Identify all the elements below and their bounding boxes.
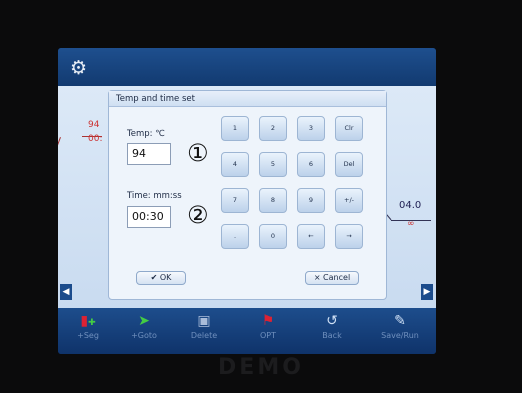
key-1[interactable]: 1 (221, 116, 249, 141)
key-9[interactable]: 9 (297, 188, 325, 213)
left-segment-temp: 94 (88, 120, 100, 130)
bottom-toolbar: ▮✚ +Seg ➤ +Goto ▣ Delete ⚑ OPT ↺ Back ✎ … (58, 308, 436, 354)
back-label: Back (322, 331, 342, 340)
key-6[interactable]: 6 (297, 152, 325, 177)
options-button[interactable]: ⚑ OPT (242, 312, 294, 352)
callout-2: ② (187, 201, 209, 229)
goto-button[interactable]: ➤ +Goto (118, 312, 170, 352)
key-delete[interactable]: Del (335, 152, 363, 177)
goto-label: +Goto (131, 331, 157, 340)
delete-button[interactable]: ▣ Delete (178, 312, 230, 352)
key-5[interactable]: 5 (259, 152, 287, 177)
add-segment-icon: ▮✚ (80, 313, 96, 329)
temp-input[interactable]: 94 (127, 143, 171, 165)
key-4[interactable]: 4 (221, 152, 249, 177)
device-brand: DEMO (218, 355, 304, 380)
options-icon: ⚑ (261, 313, 275, 329)
ok-button[interactable]: ✔ OK (136, 271, 186, 285)
key-0[interactable]: 0 (259, 224, 287, 249)
back-icon: ↺ (326, 313, 338, 329)
save-run-button[interactable]: ✎ Save/Run (370, 312, 430, 352)
trash-icon: ▣ (197, 313, 211, 329)
cancel-button[interactable]: × Cancel (305, 271, 359, 285)
key-clear[interactable]: Clr (335, 116, 363, 141)
time-label: Time: mm:ss (127, 191, 182, 201)
save-run-icon: ✎ (394, 313, 406, 329)
goto-icon: ➤ (138, 313, 150, 329)
back-button[interactable]: ↺ Back (306, 312, 358, 352)
right-segment-temp[interactable]: 04.0 (399, 200, 421, 211)
dialog-title: Temp and time set (109, 91, 386, 107)
callout-1: ① (187, 139, 209, 167)
options-label: OPT (259, 331, 276, 340)
gear-icon[interactable]: ⚙ (70, 58, 90, 78)
left-segment-time: 00: (88, 134, 103, 144)
key-2[interactable]: 2 (259, 116, 287, 141)
temp-label: Temp: ℃ (127, 129, 165, 139)
key-plus-minus[interactable]: +/- (335, 188, 363, 213)
segment-ramp-line (58, 137, 61, 204)
time-input[interactable]: 00:30 (127, 206, 171, 228)
delete-label: Delete (190, 331, 218, 340)
top-bar: ⚙ (58, 48, 436, 86)
add-segment-label: +Seg (77, 331, 99, 340)
key-decimal[interactable]: . (221, 224, 249, 249)
key-left-arrow[interactable]: ← (297, 224, 325, 249)
touch-screen: ⚙ 94 00: 04.0 ∞ ◀ ▶ Temp and time set Te… (58, 48, 436, 354)
key-7[interactable]: 7 (221, 188, 249, 213)
key-8[interactable]: 8 (259, 188, 287, 213)
numeric-keypad: 1 2 3 Clr 4 5 6 Del 7 8 9 +/- . 0 ← → (221, 116, 366, 252)
save-run-label: Save/Run (381, 331, 419, 340)
key-right-arrow[interactable]: → (335, 224, 363, 249)
add-segment-button[interactable]: ▮✚ +Seg (62, 312, 114, 352)
scroll-right-arrow-icon[interactable]: ▶ (421, 284, 433, 300)
scroll-left-arrow-icon[interactable]: ◀ (60, 284, 72, 300)
right-segment-time: ∞ (407, 219, 415, 229)
key-3[interactable]: 3 (297, 116, 325, 141)
temp-time-dialog: Temp and time set Temp: ℃ 94 ① Time: mm:… (108, 90, 387, 300)
